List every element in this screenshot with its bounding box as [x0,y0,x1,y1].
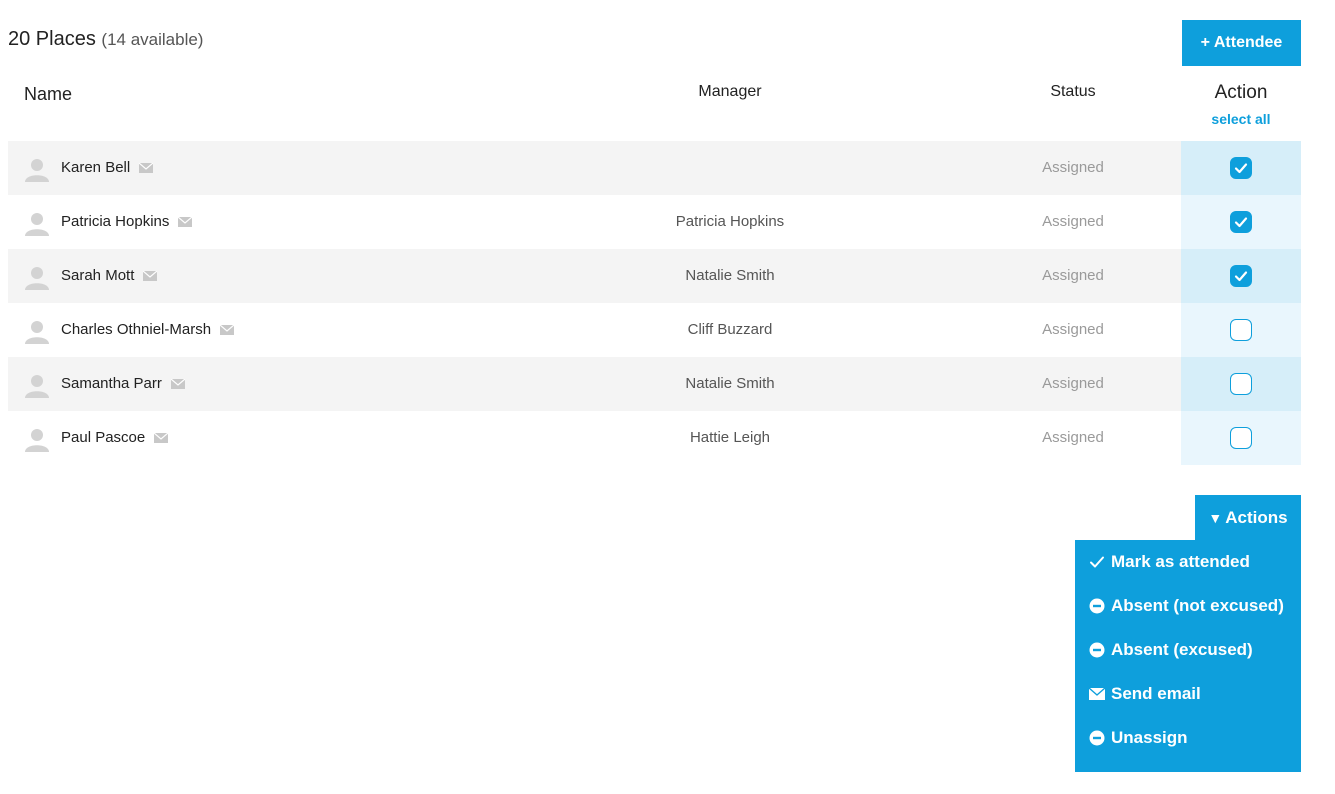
check-icon [1234,271,1248,282]
menu-item-label: Send email [1111,684,1201,703]
select-all-link[interactable]: select all [1181,111,1301,127]
menu-item-send-email[interactable]: Send email [1075,672,1301,716]
menu-item-absent-not-excused[interactable]: Absent (not excused) [1075,584,1301,628]
avatar-icon [25,429,49,452]
status-cell: Assigned [1042,375,1104,392]
menu-item-label: Unassign [1111,728,1188,747]
table-row: Samantha Parr Natalie Smith Assigned [8,357,1301,411]
status-cell: Assigned [1042,321,1104,338]
minus-circle-icon [1089,730,1105,746]
attendee-name: Karen Bell [61,141,154,195]
attendee-name: Sarah Mott [61,249,158,303]
attendee-table: Karen Bell Assigned Patricia Hopkins Pat… [8,141,1301,465]
envelope-icon[interactable] [170,379,185,389]
table-row: Patricia Hopkins Patricia Hopkins Assign… [8,195,1301,249]
envelope-icon[interactable] [139,163,154,173]
envelope-icon[interactable] [220,325,235,335]
manager-cell: Hattie Leigh [689,429,771,446]
places-summary: 20 Places (14 available) [8,28,203,51]
row-checkbox[interactable] [1230,157,1252,179]
check-icon [1089,554,1105,570]
menu-item-label: Absent (not excused) [1111,596,1284,615]
header-manager: Manager [698,83,762,100]
action-cell [1181,411,1301,465]
avatar-icon [25,213,49,236]
manager-cell: Natalie Smith [685,375,775,392]
actions-dropdown-button[interactable]: ▼ Actions [1195,495,1301,540]
header-status: Status [1050,83,1096,100]
attendee-name: Paul Pascoe [61,411,169,465]
header-action: Action [1214,82,1268,103]
table-row: Paul Pascoe Hattie Leigh Assigned [8,411,1301,465]
minus-circle-icon [1089,598,1105,614]
attendee-name-text: Samantha Parr [61,375,162,392]
minus-circle-icon [1089,642,1105,658]
row-checkbox[interactable] [1230,211,1252,233]
check-icon [1234,217,1248,228]
attendee-name: Samantha Parr [61,357,185,411]
action-cell [1181,303,1301,357]
status-cell: Assigned [1042,429,1104,446]
attendee-name-text: Sarah Mott [61,267,135,284]
envelope-icon[interactable] [143,271,158,281]
envelope-icon[interactable] [154,433,169,443]
table-row: Charles Othniel-Marsh Cliff Buzzard Assi… [8,303,1301,357]
add-attendee-button[interactable]: + Attendee [1182,20,1301,66]
row-checkbox[interactable] [1230,319,1252,341]
places-count: 20 Places [8,28,96,50]
status-cell: Assigned [1042,213,1104,230]
menu-item-mark-attended[interactable]: Mark as attended [1075,540,1301,584]
manager-cell: Natalie Smith [685,267,775,284]
status-cell: Assigned [1042,159,1104,176]
action-cell [1181,357,1301,411]
row-checkbox[interactable] [1230,427,1252,449]
table-row: Karen Bell Assigned [8,141,1301,195]
places-available: (14 available) [101,30,204,49]
check-icon [1234,163,1248,174]
table-row: Sarah Mott Natalie Smith Assigned [8,249,1301,303]
menu-item-label: Absent (excused) [1111,640,1253,659]
attendee-name-text: Patricia Hopkins [61,213,170,230]
avatar-icon [25,375,49,398]
status-cell: Assigned [1042,267,1104,284]
avatar-icon [25,267,49,290]
attendee-name-text: Charles Othniel-Marsh [61,321,212,338]
envelope-icon[interactable] [178,217,193,227]
envelope-icon [1089,686,1105,702]
manager-cell: Cliff Buzzard [687,321,773,338]
actions-menu: Mark as attended Absent (not excused) Ab… [1075,540,1301,772]
row-checkbox[interactable] [1230,373,1252,395]
menu-item-label: Mark as attended [1111,552,1250,571]
action-cell [1181,249,1301,303]
attendee-name-text: Karen Bell [61,159,131,176]
row-checkbox[interactable] [1230,265,1252,287]
action-cell [1181,195,1301,249]
action-cell [1181,141,1301,195]
header-name: Name [24,84,73,104]
attendee-name: Patricia Hopkins [61,195,193,249]
attendee-name: Charles Othniel-Marsh [61,303,235,357]
avatar-icon [25,321,49,344]
menu-item-unassign[interactable]: Unassign [1075,716,1301,760]
attendee-name-text: Paul Pascoe [61,429,146,446]
actions-label: Actions [1225,507,1288,527]
avatar-icon [25,159,49,182]
manager-cell: Patricia Hopkins [675,213,785,230]
triangle-down-icon: ▼ [1208,509,1223,526]
menu-item-absent-excused[interactable]: Absent (excused) [1075,628,1301,672]
